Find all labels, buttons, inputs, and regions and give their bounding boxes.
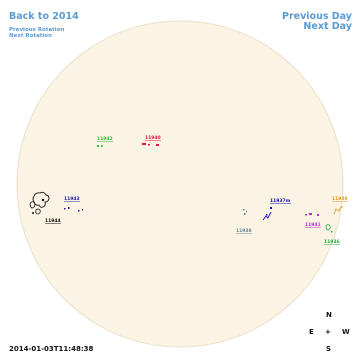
region-label-11943: 11943 — [64, 196, 80, 202]
sunspot — [156, 144, 159, 146]
sunspot — [142, 143, 146, 145]
region-label-11941: 11941 — [305, 222, 321, 228]
region-label-11942: 11942 — [97, 136, 113, 142]
compass-south: S — [326, 345, 332, 353]
solar-viewer: Back to 2014 Previous Rotation Next Rota… — [0, 0, 354, 354]
region-label-11944: 11944 — [45, 218, 61, 224]
sunspot — [101, 145, 103, 147]
compass-east: E — [309, 328, 314, 336]
region-label-11938: 11938 — [236, 228, 252, 234]
compass-north: N — [326, 311, 332, 319]
compass-west: W — [342, 328, 350, 336]
compass-center: + — [325, 328, 331, 336]
region-label-11939: 11939 — [332, 196, 348, 202]
sunspot — [97, 145, 99, 147]
solar-disk — [16, 20, 344, 348]
region-label-11936: 11936 — [324, 239, 340, 245]
solar-disk-map: 11942 11940 11944 11943 11938 11937m 119… — [16, 20, 348, 348]
sunspot — [148, 144, 150, 146]
region-label-11937: 11937m — [270, 198, 291, 204]
observation-timestamp: 2014-01-03T11:48:38 — [9, 345, 94, 353]
region-label-11940: 11940 — [145, 135, 161, 141]
